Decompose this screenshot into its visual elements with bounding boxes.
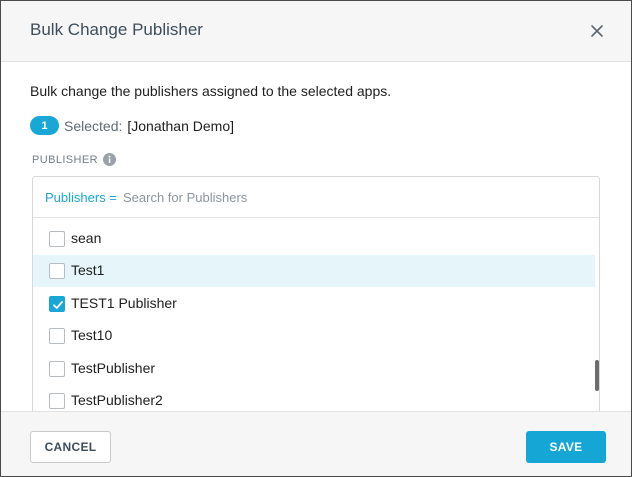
bulk-change-publisher-dialog: Bulk Change Publisher Bulk change the pu…	[0, 0, 632, 477]
publisher-checkbox[interactable]	[49, 360, 65, 377]
selected-label: Selected:	[64, 117, 123, 134]
publisher-option-label: Test10	[71, 327, 113, 344]
dialog-description: Bulk change the publishers assigned to t…	[30, 83, 392, 99]
publisher-checkbox[interactable]	[49, 295, 65, 312]
publisher-option[interactable]: TEST1 Publisher	[33, 288, 595, 320]
save-button[interactable]: SAVE	[526, 431, 606, 463]
publisher-option[interactable]: sean	[33, 223, 595, 255]
publisher-option[interactable]: TestPublisher	[33, 353, 595, 385]
publisher-picker: Publishers = sean Test1 TEST1 Publisher Tes…	[32, 176, 600, 416]
close-icon	[591, 25, 603, 37]
info-icon[interactable]	[102, 153, 116, 166]
publisher-checkbox[interactable]	[49, 231, 65, 247]
publisher-label-text: PUBLISHER	[32, 153, 98, 166]
publisher-option-label: TestPublisher2	[71, 392, 163, 408]
list-scrollbar[interactable]	[595, 360, 599, 391]
publisher-search-input[interactable]	[123, 183, 583, 211]
selection-summary: 1 Selected: [Jonathan Demo]	[30, 116, 234, 135]
publisher-option-label: sean	[71, 230, 102, 246]
publisher-field-label: PUBLISHER	[32, 153, 116, 166]
publisher-option[interactable]: Test10	[33, 320, 595, 352]
checkmark-icon	[53, 300, 63, 309]
publisher-option-label: TEST1 Publisher	[71, 294, 177, 311]
search-filter-prefix: Publishers =	[45, 190, 117, 205]
close-button[interactable]	[587, 21, 607, 41]
publisher-checkbox[interactable]	[49, 263, 65, 280]
publisher-option-label: Test1	[71, 262, 105, 279]
cancel-button[interactable]: CANCEL	[30, 431, 111, 463]
publisher-option[interactable]: Test1	[33, 255, 595, 288]
selected-count-badge: 1	[30, 116, 59, 135]
publisher-option-label: TestPublisher	[71, 359, 156, 376]
dialog-header: Bulk Change Publisher	[1, 1, 631, 62]
publisher-option-list[interactable]: sean Test1 TEST1 Publisher Test10 TestPublis…	[33, 218, 599, 415]
publisher-search-row: Publishers =	[33, 177, 599, 218]
selected-value: [Jonathan Demo]	[127, 117, 234, 134]
dialog-title: Bulk Change Publisher	[30, 20, 203, 39]
publisher-checkbox[interactable]	[49, 328, 65, 345]
dialog-footer: CANCEL SAVE	[1, 411, 631, 476]
publisher-checkbox[interactable]	[49, 393, 65, 409]
